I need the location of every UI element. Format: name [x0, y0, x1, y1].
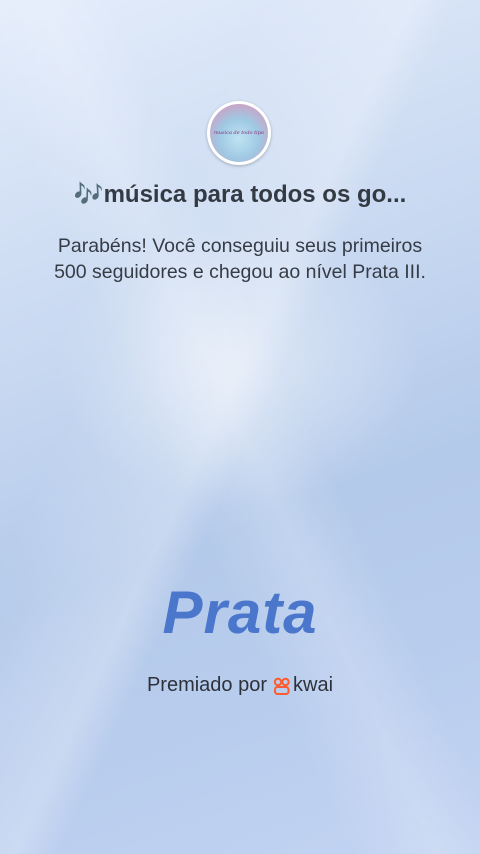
brand-name: kwai — [293, 674, 334, 696]
awarded-label: Premiado por — [146, 674, 268, 696]
avatar[interactable]: musica de todo tipo — [207, 101, 271, 165]
tier-level: Prata — [162, 579, 318, 646]
brand-logo: kwai — [273, 674, 333, 697]
awarded-by: Premiado por kwai — [40, 674, 440, 697]
congratulations-message: Parabéns! Você conseguiu seus primeiros … — [54, 235, 426, 283]
kwai-logo-icon — [273, 677, 290, 695]
profile-name: 🎶música para todos os go... — [73, 181, 407, 208]
avatar-text: musica de todo tipo — [214, 130, 264, 136]
avatar-image: musica de todo tipo — [210, 104, 268, 162]
